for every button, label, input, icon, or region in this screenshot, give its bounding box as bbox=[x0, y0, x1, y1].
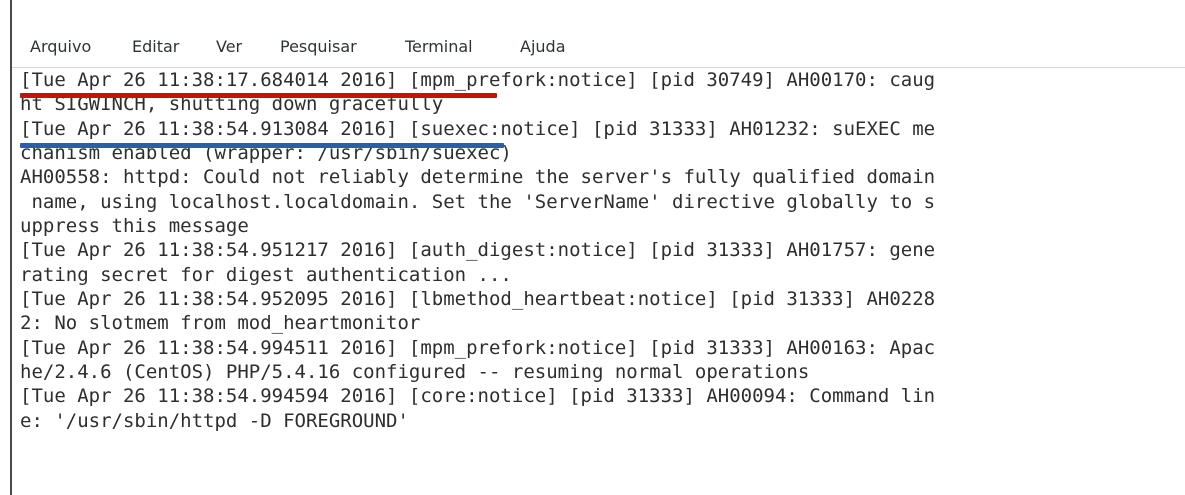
terminal-line: [Tue Apr 26 11:38:54.994511 2016] [mpm_p… bbox=[20, 337, 936, 359]
terminal-window: Arquivo Editar Ver Pesquisar Terminal Aj… bbox=[0, 0, 1185, 495]
terminal-line: [Tue Apr 26 11:38:17.684014 2016] [mpm_p… bbox=[20, 69, 936, 91]
terminal-line: rating secret for digest authentication … bbox=[20, 264, 512, 286]
menu-bar: Arquivo Editar Ver Pesquisar Terminal Aj… bbox=[12, 0, 1185, 68]
terminal-line: uppress this message bbox=[20, 215, 249, 237]
terminal-line: e: '/usr/sbin/httpd -D FOREGROUND' bbox=[20, 410, 409, 432]
terminal-line: [Tue Apr 26 11:38:54.994594 2016] [core:… bbox=[20, 385, 936, 407]
terminal-line: AH00558: httpd: Could not reliably deter… bbox=[20, 166, 936, 188]
window-left-border bbox=[10, 0, 12, 495]
terminal-line: [Tue Apr 26 11:38:54.913084 2016] [suexe… bbox=[20, 118, 936, 140]
menu-editar[interactable]: Editar bbox=[132, 37, 179, 57]
menu-pesquisar[interactable]: Pesquisar bbox=[280, 37, 357, 57]
menu-terminal[interactable]: Terminal bbox=[405, 37, 473, 57]
menu-arquivo[interactable]: Arquivo bbox=[30, 37, 91, 57]
menu-ajuda[interactable]: Ajuda bbox=[520, 37, 566, 57]
terminal-output[interactable]: [Tue Apr 26 11:38:17.684014 2016] [mpm_p… bbox=[16, 68, 1185, 495]
blue-highlight-underline bbox=[20, 143, 504, 148]
red-highlight-underline bbox=[20, 93, 497, 98]
terminal-line: name, using localhost.localdomain. Set t… bbox=[20, 191, 936, 213]
terminal-line: [Tue Apr 26 11:38:54.952095 2016] [lbmet… bbox=[20, 288, 936, 310]
terminal-line: he/2.4.6 (CentOS) PHP/5.4.16 configured … bbox=[20, 361, 810, 383]
terminal-line: [Tue Apr 26 11:38:54.951217 2016] [auth_… bbox=[20, 239, 936, 261]
terminal-line: 2: No slotmem from mod_heartmonitor bbox=[20, 312, 421, 334]
menu-ver[interactable]: Ver bbox=[216, 37, 242, 57]
